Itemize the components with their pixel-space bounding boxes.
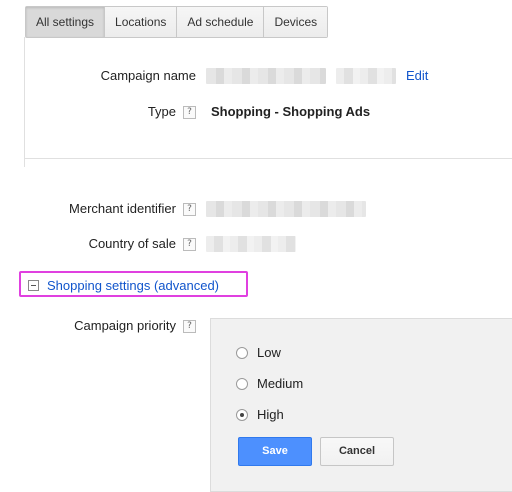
section-divider (24, 158, 512, 159)
campaign-priority-help-icon[interactable]: ? (183, 320, 196, 333)
save-button[interactable]: Save (238, 437, 312, 466)
radio-high[interactable] (236, 408, 248, 421)
priority-option-high[interactable]: High (236, 407, 284, 422)
country-of-sale-help-icon[interactable]: ? (183, 238, 196, 251)
type-help-icon[interactable]: ? (183, 106, 196, 119)
merchant-identifier-value-redacted (206, 201, 366, 217)
priority-option-medium[interactable]: Medium (236, 376, 303, 391)
priority-option-low-label: Low (257, 345, 281, 360)
country-of-sale-label: Country of sale (88, 236, 176, 251)
country-of-sale-value-redacted (206, 236, 296, 252)
tab-devices[interactable]: Devices (264, 7, 328, 37)
priority-option-high-label: High (257, 407, 284, 422)
shopping-settings-toggle[interactable]: Shopping settings (advanced) (28, 278, 219, 293)
campaign-type-value: Shopping - Shopping Ads (211, 104, 371, 119)
campaign-name-value-redacted-2 (336, 68, 396, 84)
collapse-icon (28, 280, 39, 291)
priority-option-medium-label: Medium (257, 376, 304, 391)
type-label: Type (147, 104, 176, 119)
merchant-identifier-help-icon[interactable]: ? (183, 203, 196, 216)
radio-medium[interactable] (236, 377, 248, 390)
priority-option-low[interactable]: Low (236, 345, 281, 360)
tab-all-settings[interactable]: All settings (26, 7, 106, 37)
tab-locations[interactable]: Locations (105, 7, 178, 37)
radio-low[interactable] (236, 346, 248, 359)
section-divider-vertical (24, 37, 25, 167)
campaign-priority-label: Campaign priority (74, 318, 176, 333)
campaign-priority-panel: Low Medium High Save Cancel (210, 318, 512, 492)
shopping-settings-link[interactable]: Shopping settings (advanced) (47, 278, 219, 293)
campaign-name-value-redacted (206, 68, 326, 84)
cancel-button[interactable]: Cancel (320, 437, 394, 466)
campaign-name-label: Campaign name (100, 68, 196, 83)
settings-tabs: All settings Locations Ad schedule Devic… (25, 6, 329, 38)
merchant-identifier-label: Merchant identifier (69, 201, 176, 216)
edit-campaign-name-link[interactable]: Edit (406, 68, 428, 83)
tab-ad-schedule[interactable]: Ad schedule (177, 7, 265, 37)
